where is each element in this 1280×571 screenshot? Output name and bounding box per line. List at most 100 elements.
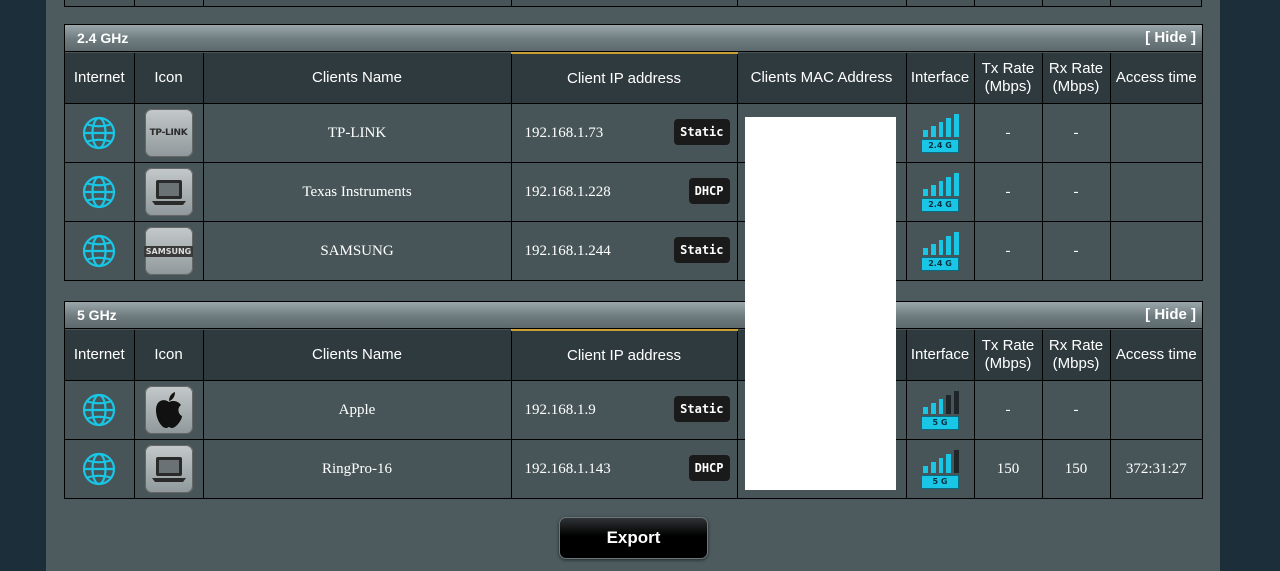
icon-cell: SAMSUNG <box>133 221 204 280</box>
ip-type-badge[interactable]: DHCP <box>688 455 730 481</box>
client-ip: 192.168.1.228 <box>524 183 611 200</box>
col-internet: Internet <box>65 53 135 104</box>
band-label: 5 G <box>921 475 959 489</box>
interface-cell: 5 G <box>905 439 975 498</box>
col-internet: Internet <box>65 330 135 381</box>
client-name[interactable]: Apple <box>202 380 512 440</box>
col-tx-rate[interactable]: Tx Rate (Mbps) <box>973 53 1043 104</box>
client-row: SAMSUNG SAMSUNG 192.168.1.244 Static 2.4 G-- <box>65 221 1202 280</box>
signal-strength-icon[interactable]: 5 G <box>921 449 959 489</box>
ip-type-badge[interactable]: Static <box>674 119 730 145</box>
col-client-ip[interactable]: Client IP address <box>510 52 738 104</box>
globe-icon[interactable] <box>81 233 117 269</box>
access-time: 372:31:27 <box>1109 439 1202 498</box>
hide-link[interactable]: [ Hide ] <box>1145 302 1196 328</box>
tx-rate: - <box>973 380 1043 440</box>
laptop-icon[interactable] <box>144 168 193 216</box>
internet-cell <box>65 162 135 222</box>
band-label: 2.4 G <box>921 198 959 212</box>
col-tx-rate[interactable]: Tx Rate (Mbps) <box>973 330 1043 381</box>
ip-cell: 192.168.1.9 Static <box>510 380 738 440</box>
client-name[interactable]: SAMSUNG <box>202 221 512 280</box>
mac-address-redaction <box>745 117 896 490</box>
tx-rate: - <box>973 103 1043 163</box>
globe-icon[interactable] <box>81 451 117 487</box>
internet-cell <box>65 439 135 498</box>
col-client-mac[interactable]: Clients MAC Address <box>736 53 907 104</box>
icon-cell <box>133 439 204 498</box>
ip-type-badge[interactable]: Static <box>674 237 730 263</box>
client-name[interactable]: Texas Instruments <box>202 162 512 222</box>
section-title: 5 GHz <box>77 307 117 323</box>
ip-cell: 192.168.1.244 Static <box>510 221 738 280</box>
interface-cell: 2.4 G <box>905 221 975 280</box>
col-client-name[interactable]: Clients Name <box>202 330 512 381</box>
client-name[interactable]: TP-LINK <box>202 103 512 163</box>
clients-table: Internet Icon Clients Name Client IP addres… <box>65 329 1202 498</box>
col-access-time[interactable]: Access time <box>1109 330 1202 381</box>
tp-link-logo-icon[interactable]: TP-LINK <box>144 109 193 157</box>
section-title: 2.4 GHz <box>77 30 129 46</box>
client-row: Apple 192.168.1.9 Static 5 G-- <box>65 380 1202 440</box>
tx-rate: - <box>973 221 1043 280</box>
internet-cell <box>65 221 135 280</box>
col-rx-rate[interactable]: Rx Rate (Mbps) <box>1041 330 1111 381</box>
interface-cell: 2.4 G <box>905 162 975 222</box>
icon-cell <box>133 380 204 440</box>
signal-strength-icon[interactable]: 5 G <box>921 390 959 430</box>
samsung-logo-icon[interactable]: SAMSUNG <box>143 227 194 275</box>
ip-cell: 192.168.1.73 Static <box>510 103 738 163</box>
ip-cell: 192.168.1.228 DHCP <box>510 162 738 222</box>
access-time <box>1109 221 1202 280</box>
client-name[interactable]: RingPro-16 <box>202 439 512 498</box>
rx-rate: 150 <box>1041 439 1111 498</box>
col-client-name[interactable]: Clients Name <box>202 53 512 104</box>
section-header: 2.4 GHz [ Hide ] <box>65 25 1202 52</box>
col-access-time[interactable]: Access time <box>1109 53 1202 104</box>
export-button[interactable]: Export <box>559 517 708 559</box>
tx-rate: 150 <box>973 439 1043 498</box>
table-header-row: Internet Icon Clients Name Client IP addres… <box>65 329 1202 381</box>
client-row: Texas Instruments 192.168.1.228 DHCP 2.4 G-… <box>65 162 1202 222</box>
rx-rate: - <box>1041 162 1111 222</box>
section-5ghz: 5 GHz[ Hide ] Internet Icon Clients Name Cli… <box>64 301 1203 499</box>
signal-strength-icon[interactable]: 2.4 G <box>921 172 959 212</box>
col-icon: Icon <box>133 53 204 104</box>
interface-cell: 2.4 G <box>905 103 975 163</box>
clients-table: Internet Icon Clients Name Client IP addres… <box>65 52 1202 280</box>
globe-icon[interactable] <box>81 115 117 151</box>
ip-type-badge[interactable]: DHCP <box>688 178 730 204</box>
access-time <box>1109 162 1202 222</box>
signal-strength-icon[interactable]: 2.4 G <box>921 113 959 153</box>
band-label: 2.4 G <box>921 139 959 153</box>
hide-link[interactable]: [ Hide ] <box>1145 25 1196 51</box>
client-ip: 192.168.1.73 <box>524 124 604 141</box>
client-ip: 192.168.1.143 <box>524 460 611 477</box>
globe-icon[interactable] <box>81 174 117 210</box>
tx-rate: - <box>973 162 1043 222</box>
band-label: 2.4 G <box>921 257 959 271</box>
ip-type-badge[interactable]: Static <box>674 396 730 422</box>
internet-cell <box>65 103 135 163</box>
col-interface[interactable]: Interface <box>905 330 975 381</box>
apple-logo-icon[interactable] <box>144 386 193 434</box>
section-2-4ghz: 2.4 GHz[ Hide ] Internet Icon Clients Name C… <box>64 24 1203 281</box>
col-rx-rate[interactable]: Rx Rate (Mbps) <box>1041 53 1111 104</box>
previous-table-bottom <box>64 0 1202 7</box>
laptop-icon[interactable] <box>144 445 193 493</box>
globe-icon[interactable] <box>81 392 117 428</box>
client-ip: 192.168.1.9 <box>524 401 596 418</box>
internet-cell <box>65 380 135 440</box>
rx-rate: - <box>1041 380 1111 440</box>
access-time <box>1109 380 1202 440</box>
rx-rate: - <box>1041 103 1111 163</box>
col-client-ip[interactable]: Client IP address <box>510 329 738 381</box>
section-header: 5 GHz [ Hide ] <box>65 302 1202 329</box>
client-ip: 192.168.1.244 <box>524 242 611 259</box>
col-interface[interactable]: Interface <box>905 53 975 104</box>
access-time <box>1109 103 1202 163</box>
interface-cell: 5 G <box>905 380 975 440</box>
client-row: TP-LINK TP-LINK 192.168.1.73 Static 2.4 G-- <box>65 103 1202 163</box>
signal-strength-icon[interactable]: 2.4 G <box>921 231 959 271</box>
col-icon: Icon <box>133 330 204 381</box>
